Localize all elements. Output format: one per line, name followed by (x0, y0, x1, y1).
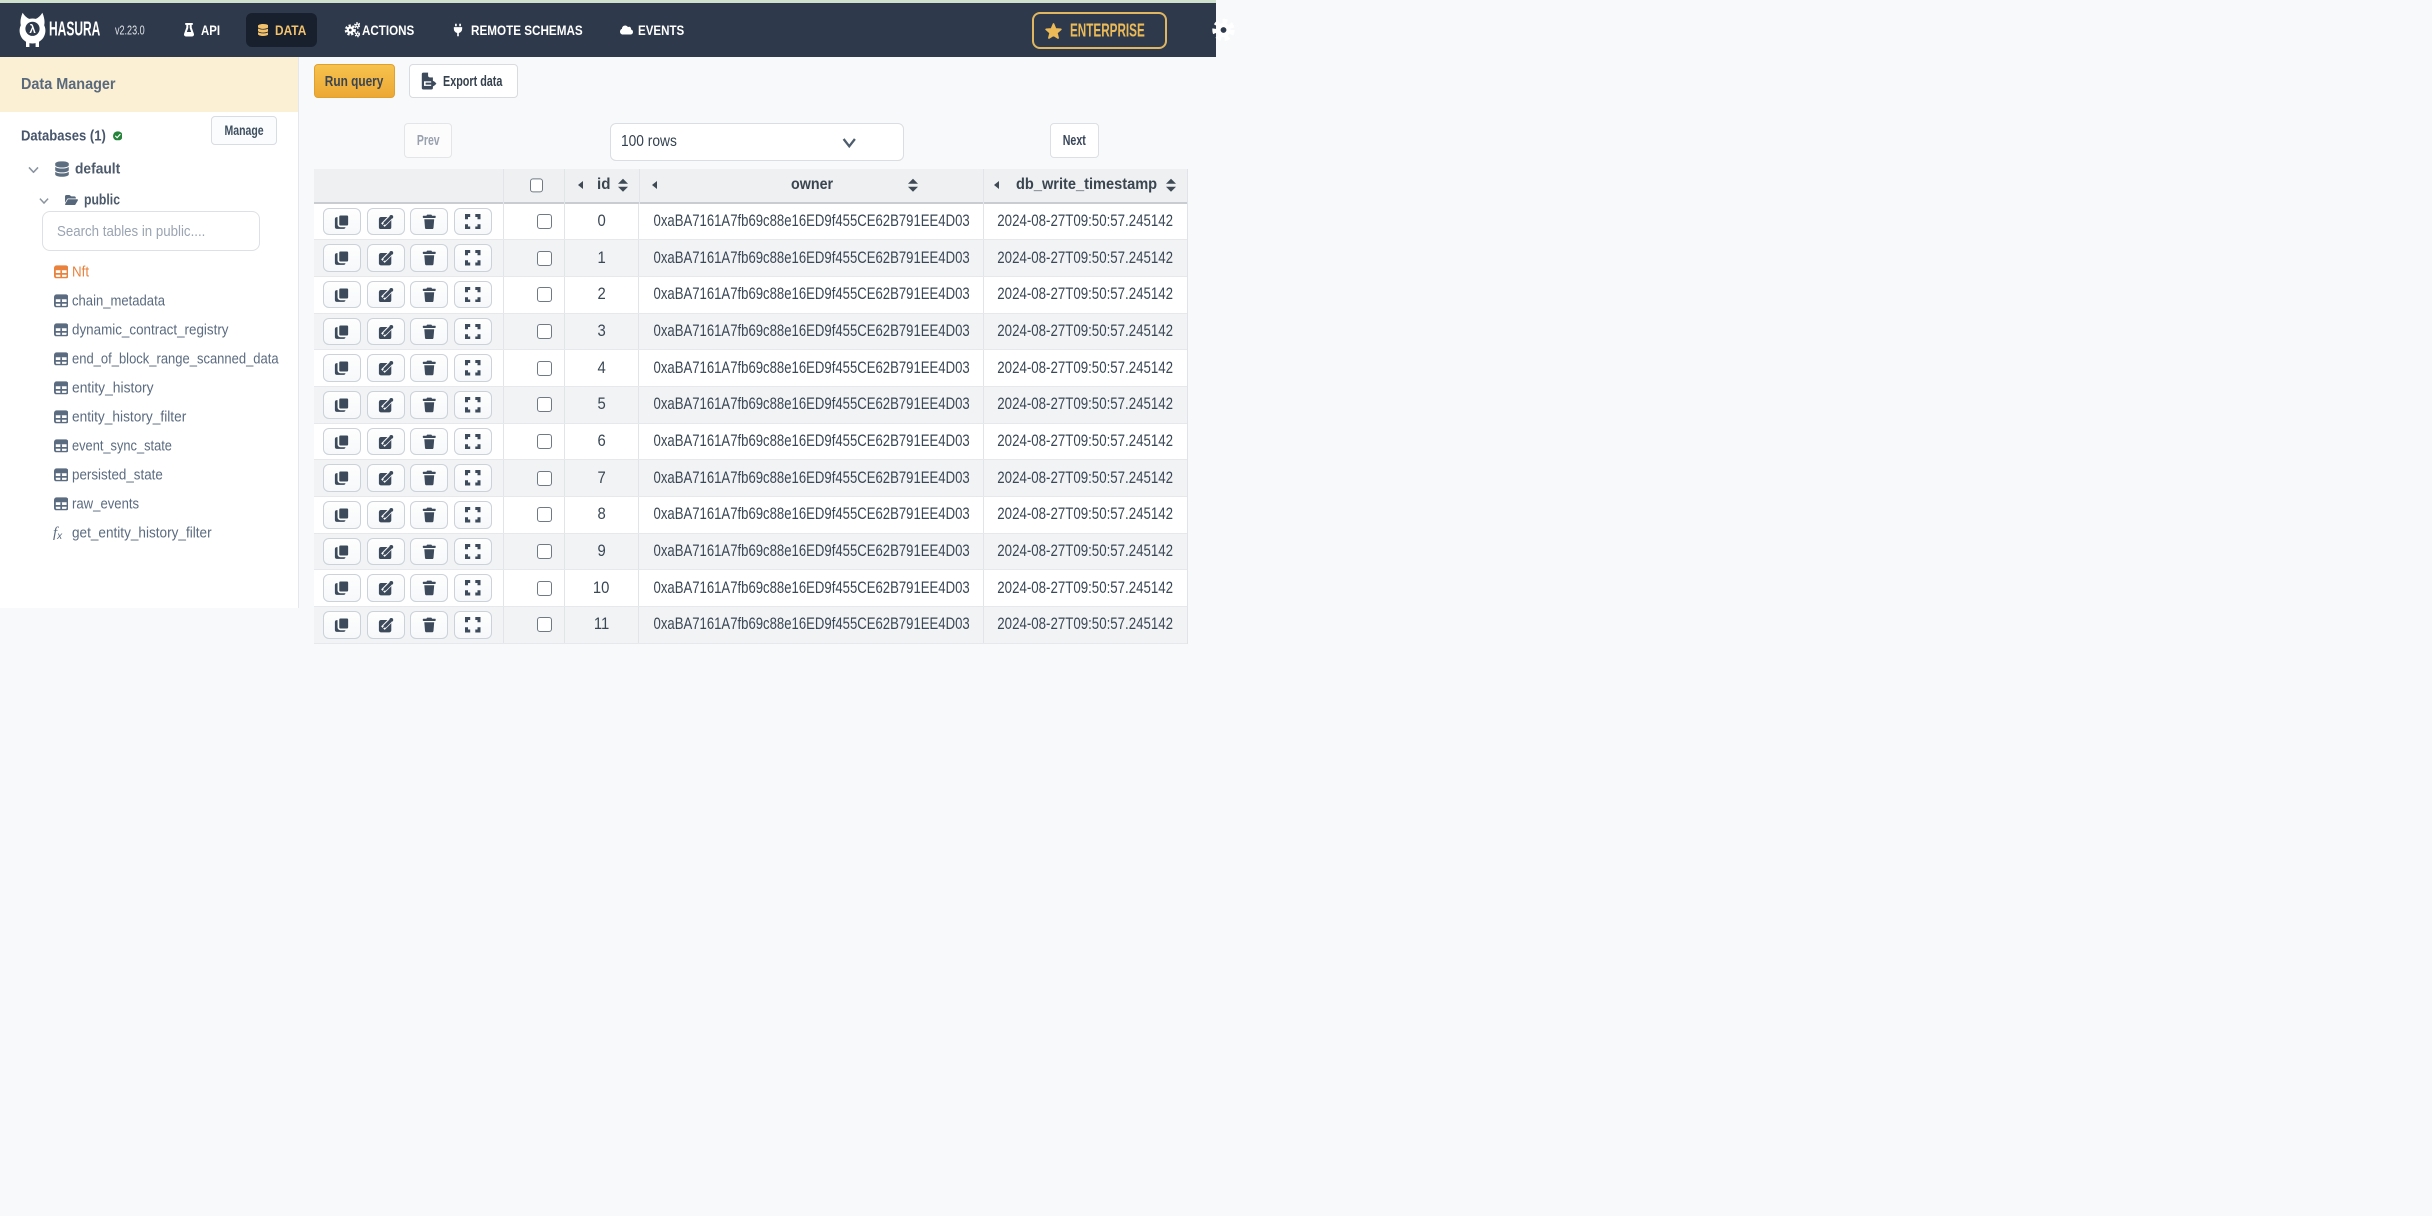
svg-text:λ: λ (29, 24, 36, 36)
